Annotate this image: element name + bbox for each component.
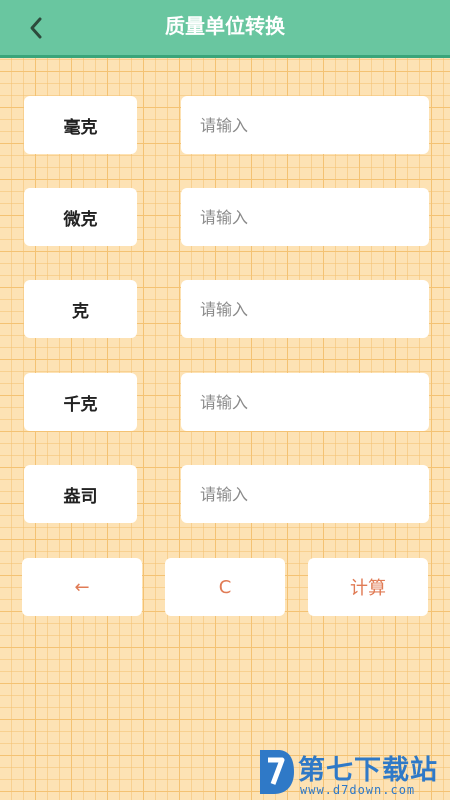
- backspace-button[interactable]: ←: [22, 558, 142, 616]
- page-title: 质量单位转换: [165, 14, 285, 38]
- calculate-button[interactable]: 计算: [308, 558, 428, 616]
- clear-label: C: [218, 576, 232, 598]
- unit-label-milligram: 毫克: [24, 96, 137, 154]
- gram-input[interactable]: [181, 280, 429, 338]
- unit-label-kilogram: 千克: [24, 373, 137, 431]
- microgram-input[interactable]: [181, 188, 429, 246]
- clear-button[interactable]: C: [165, 558, 285, 616]
- backspace-label: ←: [74, 576, 90, 598]
- kilogram-input[interactable]: [181, 373, 429, 431]
- app-header: 质量单位转换: [0, 0, 450, 58]
- unit-label-ounce: 盎司: [24, 465, 137, 523]
- watermark: 第七下载站 www.d7down.com: [256, 746, 446, 798]
- unit-label-microgram: 微克: [24, 188, 137, 246]
- calculate-label: 计算: [350, 578, 386, 599]
- ounce-input[interactable]: [181, 465, 429, 523]
- milligram-input[interactable]: [181, 96, 429, 154]
- unit-label-gram: 克: [24, 280, 137, 338]
- d7-logo-icon: [260, 750, 294, 794]
- watermark-text: 第七下载站: [298, 755, 438, 786]
- watermark-url: www.d7down.com: [300, 783, 416, 797]
